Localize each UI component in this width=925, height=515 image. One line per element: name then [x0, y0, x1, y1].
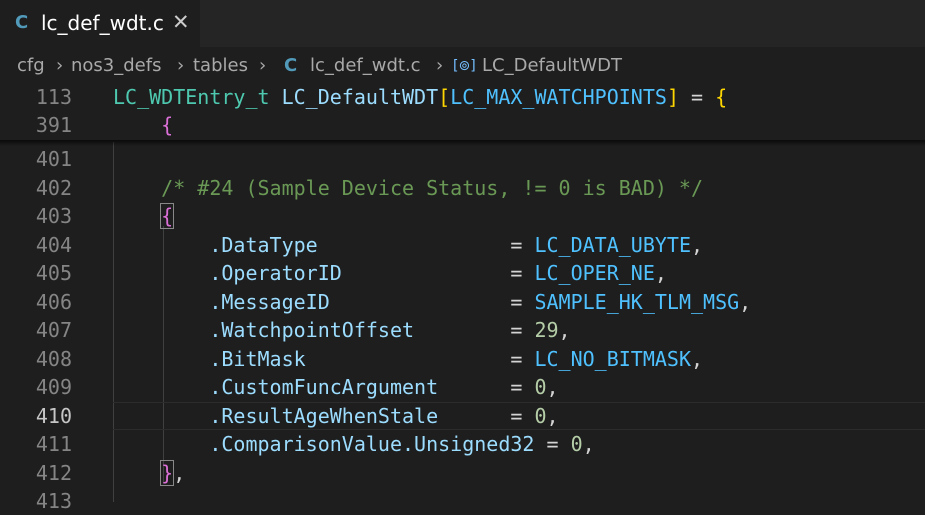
code-line-409[interactable]: 409 .CustomFuncArgument = 0, — [0, 373, 925, 401]
code-line-406[interactable]: 406 .MessageID = SAMPLE_HK_TLM_MSG, — [0, 288, 925, 316]
chevron-right-icon: › — [177, 55, 185, 76]
code-line-411[interactable]: 411 .ComparisonValue.Unsigned32 = 0, — [0, 430, 925, 458]
breadcrumb: cfg › nos3_defs › tables › C lc_def_wdt.… — [0, 48, 925, 82]
line-number: 408 — [35, 347, 72, 371]
code-line: .BitMask = LC_NO_BITMASK, — [209, 347, 704, 371]
line-number: 113 — [35, 85, 72, 109]
line-number: 406 — [35, 290, 72, 314]
code-line: .CustomFuncArgument = 0, — [209, 375, 559, 399]
c-file-icon: C — [15, 12, 29, 33]
line-number: 412 — [35, 461, 72, 485]
code-line: .WatchpointOffset = 29, — [209, 318, 571, 342]
code-line: .OperatorID = LC_OPER_NE, — [209, 261, 667, 285]
code-line: }, — [160, 460, 186, 486]
code-line-401[interactable]: 401 — [0, 145, 925, 173]
line-number: 404 — [35, 233, 72, 257]
variable-symbol-icon: [⊚] — [453, 58, 476, 74]
tab-lc-def-wdt[interactable]: C lc_def_wdt.c ✕ — [0, 0, 200, 47]
line-number: 403 — [35, 204, 72, 228]
code-line-405[interactable]: 405 .OperatorID = LC_OPER_NE, — [0, 259, 925, 287]
sticky-line-391[interactable]: 391 { — [0, 111, 925, 139]
code-line-404[interactable]: 404 .DataType = LC_DATA_UBYTE, — [0, 231, 925, 259]
code-line-408[interactable]: 408 .BitMask = LC_NO_BITMASK, — [0, 345, 925, 373]
code-line: .MessageID = SAMPLE_HK_TLM_MSG, — [209, 290, 752, 314]
code-comment: /* #24 (Sample Device Status, != 0 is BA… — [161, 176, 704, 200]
close-icon[interactable]: ✕ — [172, 10, 190, 34]
line-number: 410 — [35, 404, 72, 428]
code-line-407[interactable]: 407 .WatchpointOffset = 29, — [0, 316, 925, 344]
code-line-403[interactable]: 403 { — [0, 202, 925, 230]
code-line: { — [161, 113, 174, 137]
breadcrumb-tables[interactable]: tables — [193, 55, 248, 76]
code-line-412[interactable]: 412 }, — [0, 459, 925, 487]
code-line: .DataType = LC_DATA_UBYTE, — [209, 233, 704, 257]
sticky-line-113[interactable]: 113 LC_WDTEntry_t LC_DefaultWDT[LC_MAX_W… — [0, 83, 925, 111]
chevron-right-icon: › — [259, 55, 267, 76]
tab-bar: C lc_def_wdt.c ✕ — [0, 0, 925, 47]
code-line-402[interactable]: 402 /* #24 (Sample Device Status, != 0 i… — [0, 174, 925, 202]
breadcrumb-symbol[interactable]: LC_DefaultWDT — [482, 55, 622, 76]
code-editor[interactable]: 113 LC_WDTEntry_t LC_DefaultWDT[LC_MAX_W… — [0, 82, 925, 513]
chevron-right-icon: › — [56, 55, 64, 76]
line-number: 413 — [35, 489, 72, 513]
c-file-icon: C — [284, 55, 298, 76]
code-line: { — [160, 203, 175, 229]
code-line: LC_WDTEntry_t LC_DefaultWDT[LC_MAX_WATCH… — [113, 85, 728, 109]
code-line-410[interactable]: 410 .ResultAgeWhenStale = 0, — [0, 402, 925, 430]
code-line: .ComparisonValue.Unsigned32 = 0, — [209, 432, 595, 456]
line-number: 405 — [35, 261, 72, 285]
line-number: 391 — [35, 113, 72, 137]
code-line: .ResultAgeWhenStale = 0, — [209, 404, 559, 428]
line-number: 411 — [35, 432, 72, 456]
tab-label: lc_def_wdt.c — [41, 11, 164, 35]
line-number: 409 — [35, 375, 72, 399]
breadcrumb-file[interactable]: lc_def_wdt.c — [310, 55, 421, 76]
line-number: 401 — [35, 147, 72, 171]
chevron-right-icon: › — [436, 55, 444, 76]
breadcrumb-nos3-defs[interactable]: nos3_defs — [71, 55, 161, 76]
code-line-413[interactable]: 413 — [0, 487, 925, 515]
line-number: 402 — [35, 176, 72, 200]
line-number: 407 — [35, 318, 72, 342]
breadcrumb-cfg[interactable]: cfg — [17, 55, 45, 76]
